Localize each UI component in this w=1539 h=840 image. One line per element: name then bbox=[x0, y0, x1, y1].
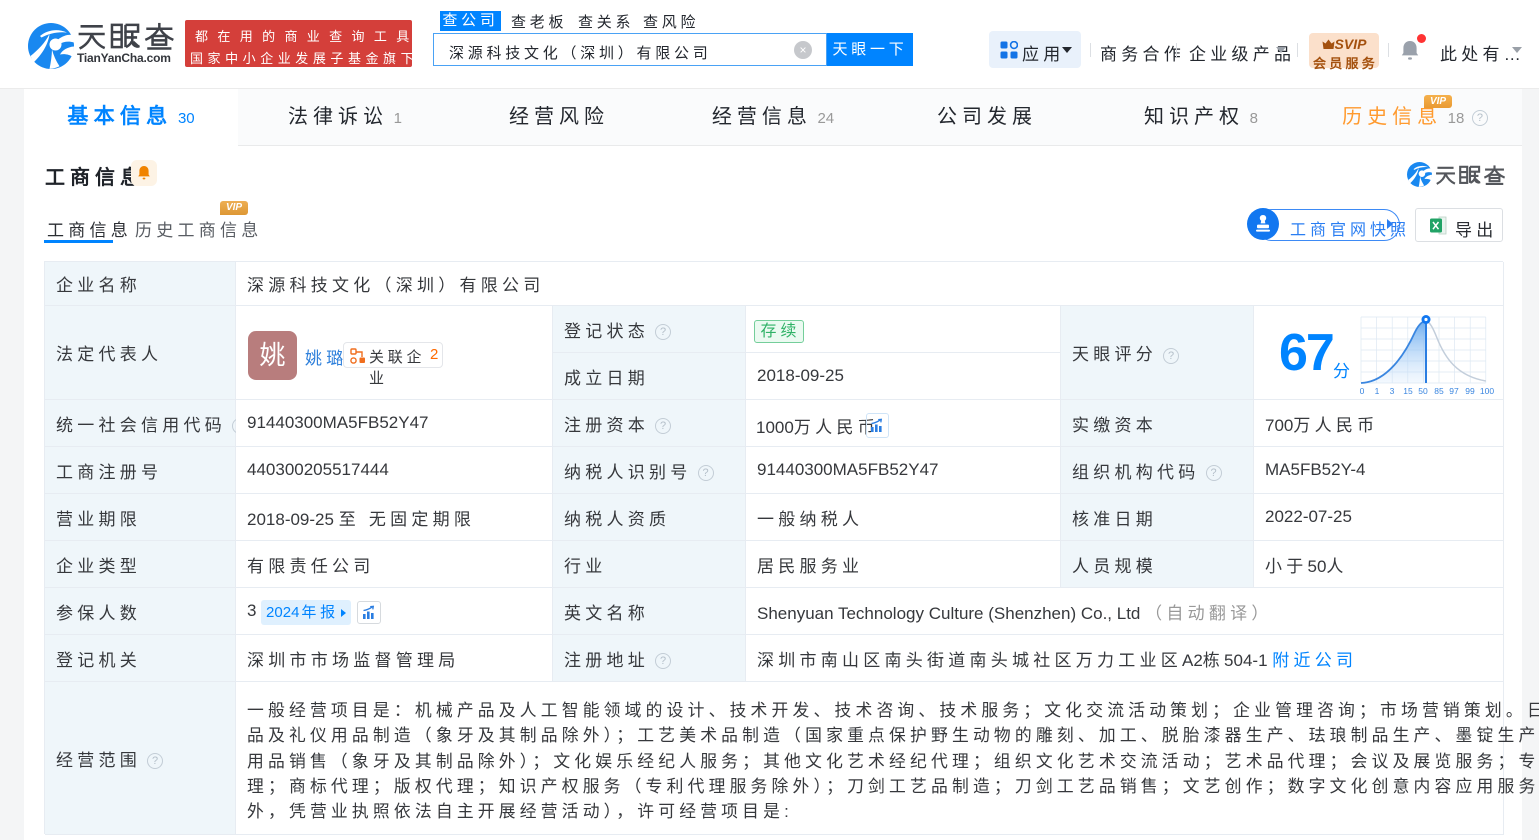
svg-text:100: 100 bbox=[1480, 386, 1494, 396]
svg-text:15: 15 bbox=[1403, 386, 1413, 396]
svg-text:85: 85 bbox=[1434, 386, 1444, 396]
svg-text:97: 97 bbox=[1449, 386, 1459, 396]
svg-text:0: 0 bbox=[1360, 386, 1365, 396]
svg-text:50: 50 bbox=[1418, 386, 1428, 396]
svg-text:1: 1 bbox=[1375, 386, 1380, 396]
svg-text:3: 3 bbox=[1390, 386, 1395, 396]
svg-text:99: 99 bbox=[1465, 386, 1475, 396]
